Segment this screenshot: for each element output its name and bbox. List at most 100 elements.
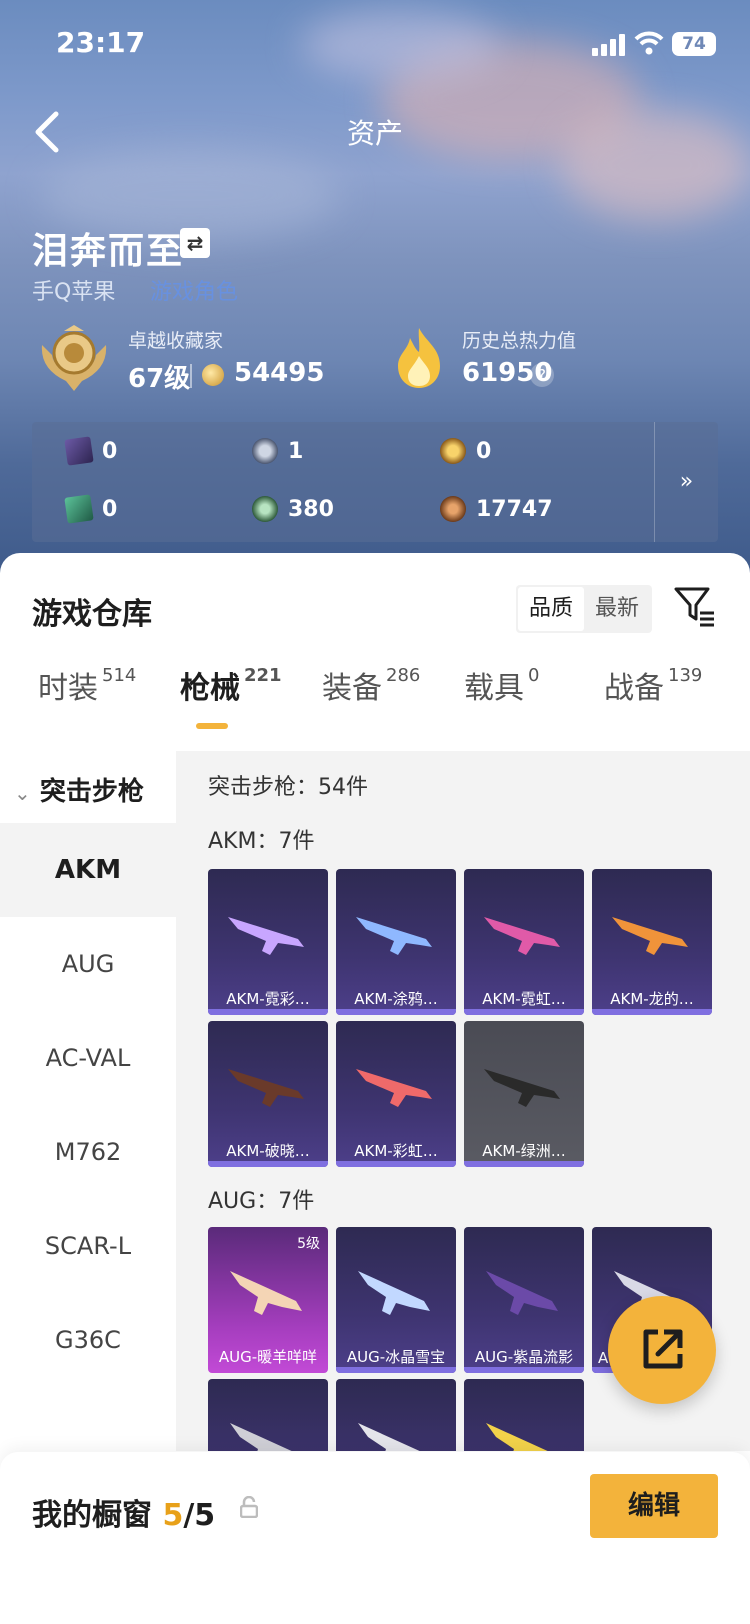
clock: 23:17 xyxy=(56,26,146,59)
weapon-card[interactable] xyxy=(464,1379,584,1451)
lock-icon xyxy=(240,1496,258,1518)
card-accent-bar xyxy=(464,1161,584,1167)
gold-coin-icon xyxy=(440,438,466,464)
sort-quality-button[interactable]: 品质 xyxy=(518,587,584,631)
card-accent-bar xyxy=(336,1367,456,1373)
currency-more-button[interactable]: » xyxy=(654,422,718,542)
card-accent-bar xyxy=(464,1009,584,1015)
weapon-card[interactable]: AUG-冰晶雪宝 xyxy=(336,1227,456,1373)
weapon-card[interactable]: AKM-彩虹… xyxy=(336,1021,456,1167)
gun-icon xyxy=(486,1423,548,1451)
platform-link[interactable]: 游戏角色 xyxy=(150,274,238,306)
gun-icon xyxy=(356,1069,432,1107)
weapon-card-label: AKM-龙的… xyxy=(610,990,694,1008)
gun-icon xyxy=(484,917,560,955)
swap-account-icon[interactable]: ⇄ xyxy=(180,228,210,258)
battery-indicator: 74 xyxy=(672,32,716,56)
weapon-card[interactable]: AKM-破晓… xyxy=(208,1021,328,1167)
weapon-card[interactable]: AKM-绿洲… xyxy=(464,1021,584,1167)
sort-toggle: 品质 最新 xyxy=(516,585,652,633)
weapon-card-label: AUG-紫晶流影 xyxy=(474,1348,574,1366)
currency-item: 380 xyxy=(252,496,334,522)
divider xyxy=(190,364,192,388)
weapon-card[interactable] xyxy=(208,1379,328,1451)
player-name: 泪奔而至 xyxy=(32,231,185,272)
weapon-card-label: AKM-破晓… xyxy=(226,1142,310,1160)
wifi-icon xyxy=(634,31,664,55)
currency-item: 17747 xyxy=(440,496,553,522)
card-accent-bar xyxy=(336,1009,456,1015)
weapon-card-label: AKM-霓虹… xyxy=(482,990,566,1008)
sort-latest-button[interactable]: 最新 xyxy=(584,587,650,631)
collector-badge-icon xyxy=(41,325,107,391)
gun-icon xyxy=(358,1423,420,1451)
warehouse-title: 游戏仓库 xyxy=(32,597,152,632)
gun-icon xyxy=(230,1423,292,1451)
category-tabs: 时装 514 枪械 221 装备 286 载具 0 战备 139 xyxy=(0,663,750,743)
gun-icon xyxy=(356,917,432,955)
card-accent-bar xyxy=(208,1009,328,1015)
sidebar-item-m762[interactable]: M762 xyxy=(0,1105,176,1199)
flame-icon xyxy=(398,328,440,388)
weapon-card-label: AUG-冰晶雪宝 xyxy=(346,1348,446,1366)
green-gem-icon xyxy=(252,496,278,522)
collector-coin-value: 54495 xyxy=(234,358,325,388)
showcase-label: 我的橱窗 5/5 xyxy=(32,1498,216,1533)
card-accent-bar xyxy=(592,1009,712,1015)
share-button[interactable] xyxy=(608,1296,716,1404)
sidebar-item-ac-val[interactable]: AC-VAL xyxy=(0,1011,176,1105)
weapon-card[interactable] xyxy=(336,1379,456,1451)
signal-icon xyxy=(592,34,626,56)
share-icon xyxy=(643,1329,683,1369)
sidebar-item-aug[interactable]: AUG xyxy=(0,917,176,1011)
weapon-card[interactable]: AKM-龙的… xyxy=(592,869,712,1015)
tab-vehicles[interactable]: 载具 0 xyxy=(464,663,539,707)
akm-section-header: AKM：7件 xyxy=(208,829,315,854)
gun-icon xyxy=(228,1069,304,1107)
currency-item: 1 xyxy=(252,438,303,464)
gun-icon xyxy=(230,1271,302,1315)
page-title: 资产 xyxy=(346,117,403,150)
tab-guns[interactable]: 枪械 221 xyxy=(180,663,282,707)
gun-icon xyxy=(358,1271,430,1315)
filter-icon[interactable] xyxy=(672,583,716,627)
currency-panel: 0 1 0 0 380 17747 » xyxy=(32,422,718,542)
gun-icon xyxy=(612,917,688,955)
card-accent-bar xyxy=(208,1161,328,1167)
help-icon[interactable]: ? xyxy=(530,363,554,387)
weapon-card-label: AKM-绿洲… xyxy=(482,1142,566,1160)
rank-level: 67级 xyxy=(128,364,191,394)
sidebar-item-scar-l[interactable]: SCAR-L xyxy=(0,1199,176,1293)
heat-label: 历史总热力值 xyxy=(462,330,577,352)
status-bar: 23:17 74 xyxy=(0,0,750,90)
currency-item: 0 xyxy=(64,436,117,466)
weapon-card[interactable]: AUG-紫晶流影 xyxy=(464,1227,584,1373)
weapon-card-label: AUG-暖羊咩咩 xyxy=(218,1348,318,1366)
weapon-card[interactable]: AKM-霓彩… xyxy=(208,869,328,1015)
showcase-bar: 我的橱窗 5/5 编辑 xyxy=(0,1452,750,1624)
currency-item: 0 xyxy=(64,494,117,524)
currency-item: 0 xyxy=(440,438,491,464)
weapon-card-label: AKM-霓彩… xyxy=(226,990,310,1008)
gun-icon xyxy=(484,1069,560,1107)
silver-coin-icon xyxy=(252,438,278,464)
weapon-card-label: AKM-彩虹… xyxy=(354,1142,438,1160)
card-green-icon xyxy=(64,494,94,524)
chevron-down-icon: ⌄ xyxy=(14,781,31,805)
card-purple-icon xyxy=(64,436,94,466)
edit-button[interactable]: 编辑 xyxy=(590,1474,718,1538)
rank-label: 卓越收藏家 xyxy=(128,330,224,352)
card-accent-bar xyxy=(336,1161,456,1167)
platform-label: 手Q苹果 xyxy=(32,280,116,305)
active-tab-indicator xyxy=(196,723,228,729)
weapon-card[interactable]: AKM-霓虹… xyxy=(464,869,584,1015)
weapon-card[interactable]: 5级 AUG-暖羊咩咩 xyxy=(208,1227,328,1373)
tab-equipment[interactable]: 装备 286 xyxy=(322,663,420,707)
sidebar-item-akm[interactable]: AKM xyxy=(0,823,176,917)
sidebar-item-g36c[interactable]: G36C xyxy=(0,1293,176,1387)
tab-fashion[interactable]: 时装 514 xyxy=(38,663,136,707)
weapon-card[interactable]: AKM-涂鸦… xyxy=(336,869,456,1015)
category-summary: 突击步枪：54件 xyxy=(208,775,368,800)
tab-supplies[interactable]: 战备 139 xyxy=(604,663,702,707)
sidebar-group-assault-rifles[interactable]: ⌄ 突击步枪 xyxy=(14,771,144,808)
